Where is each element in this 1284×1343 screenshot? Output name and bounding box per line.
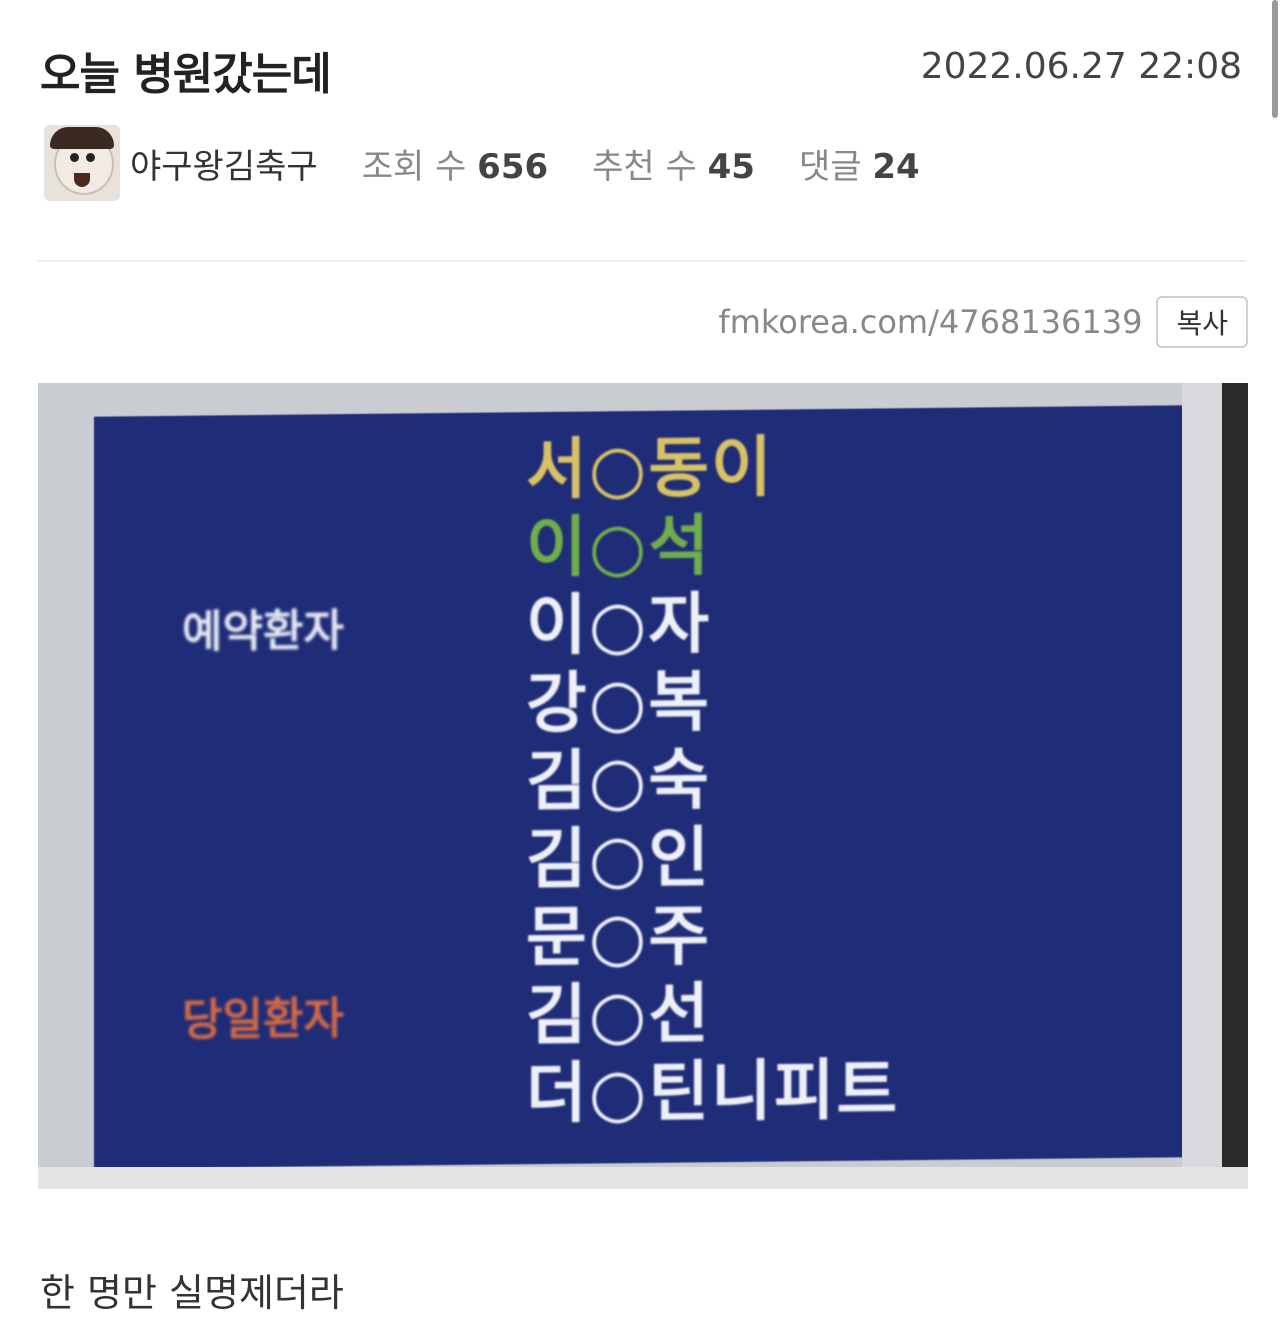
comments-stat[interactable]: 댓글 24 (799, 139, 920, 188)
views-label: 조회 수 (361, 146, 467, 187)
scrollbar[interactable] (1272, 0, 1278, 118)
recommend-stat: 추천 수 45 (592, 139, 755, 188)
post-url[interactable]: fmkorea.com/4768136139 (718, 303, 1142, 341)
recommend-label: 추천 수 (592, 146, 697, 187)
patient-name-9: 더○틴니피트 (526, 1051, 900, 1133)
monitor-bezel (1222, 383, 1248, 1189)
post-title: 오늘 병원갔는데 (40, 49, 332, 100)
recommend-count: 45 (707, 146, 755, 187)
monitor-bottom-edge (38, 1167, 1248, 1189)
header-divider (38, 260, 1246, 262)
copy-url-button[interactable]: 복사 (1156, 296, 1248, 348)
comments-count: 24 (872, 146, 920, 187)
comments-label: 댓글 (798, 146, 862, 187)
reserved-patients-label: 예약환자 (182, 605, 344, 658)
views-count: 656 (477, 146, 549, 187)
author-nickname[interactable]: 야구왕김축구 (130, 139, 318, 188)
post-photo[interactable]: 서○동이 이○석 예약환자 이○자 강○복 김○숙 김○인 문○주 당일환자 김… (38, 383, 1248, 1189)
views-stat: 조회 수 656 (362, 139, 548, 188)
url-bar: fmkorea.com/4768136139 복사 (718, 296, 1248, 348)
monitor-frame (1182, 383, 1222, 1189)
post-body-text: 한 명만 실명제더라 (40, 1271, 344, 1315)
avatar[interactable] (44, 125, 120, 201)
patient-board-screen: 서○동이 이○석 예약환자 이○자 강○복 김○숙 김○인 문○주 당일환자 김… (94, 405, 1184, 1169)
post-date: 2022.06.27 22:08 (920, 46, 1242, 87)
other-patients-label: 당일환자 (182, 993, 344, 1046)
post-meta: 야구왕김축구 조회 수 656 추천 수 45 댓글 24 (44, 124, 964, 202)
